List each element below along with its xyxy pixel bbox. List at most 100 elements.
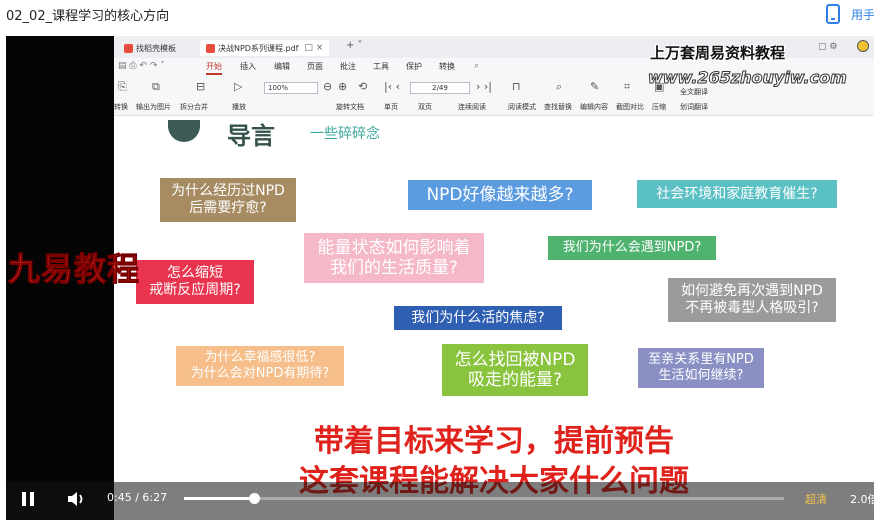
video-frame: 找稻壳模板 决战NPD系列课程.pdf □ × + ˅ ▤ ⎙ ↶ ↷ ˅ 开始… [6, 36, 874, 520]
tool-compare: 截图对比 [616, 103, 644, 111]
question-card-line: 我们为什么会遇到NPD? [562, 240, 702, 256]
question-card: 社会环境和家庭教育催生? [637, 180, 837, 208]
tool-edit-content: 编辑内容 [580, 103, 608, 111]
question-card: 能量状态如何影响着 我们的生活质量? [304, 233, 484, 283]
speed-button[interactable]: 2.0倍 [850, 491, 874, 507]
pause-icon [22, 492, 26, 506]
tool-play: 播放 [232, 103, 246, 111]
phone-icon[interactable] [826, 4, 840, 24]
tool-double-page: 双页 [418, 103, 432, 111]
watermark-right-title: 上万套周易资料教程 [650, 44, 786, 62]
progress-fill [184, 497, 254, 500]
zoom-out-icon: ⊖ [323, 80, 333, 93]
menu-item-annotate: 批注 [340, 62, 356, 71]
menu-item-convert: 转换 [439, 62, 455, 71]
question-card: 怎么找回被NPD 吸走的能量? [442, 344, 588, 396]
menu-item-tools: 工具 [373, 62, 389, 71]
question-card: 为什么经历过NPD 后需要疗愈? [160, 178, 296, 222]
question-card-line: 后需要疗愈? [189, 200, 267, 216]
slide-subheading: 一些碎碎念 [310, 126, 380, 142]
pdf-icon [206, 43, 215, 53]
question-card-line: 怎么缩短 [167, 265, 223, 282]
watermark-right-url: www.265zhouyiw.com [648, 68, 848, 88]
menu-item-page: 页面 [307, 62, 323, 71]
tool-split-merge: 拆分合并 [180, 103, 208, 111]
slide-heading: 导言 [227, 122, 275, 150]
slide: 导言 一些碎碎念 为什么经历过NPD 后需要疗愈? NPD好像越来越多? 社会环境… [114, 116, 874, 520]
find-icon: ⌕ [556, 80, 563, 93]
question-card: 我们为什么活的焦虑? [394, 306, 562, 330]
tab-label: 决战NPD系列课程.pdf [218, 43, 299, 53]
question-card-line: 生活如何继续? [658, 368, 744, 383]
page: 02_02_课程学习的核心方向 用手 找稻壳模板 决战NPD系列课程.pdf □… [0, 0, 874, 520]
convert-icon: ⎘ [118, 80, 127, 93]
tool-translate: 全文翻译 [680, 88, 708, 96]
tool-single-page: 单页 [384, 103, 398, 111]
question-card-line: 戒断反应周期? [149, 282, 241, 298]
question-card: 我们为什么会遇到NPD? [548, 236, 716, 260]
page-number-input: 2/49 [410, 82, 470, 94]
volume-icon[interactable] [66, 490, 88, 508]
question-card-line: 我们为什么活的焦虑? [411, 309, 545, 326]
pdf-reader-window: 找稻壳模板 决战NPD系列课程.pdf □ × + ˅ ▤ ⎙ ↶ ↷ ˅ 开始… [114, 36, 874, 520]
menu-item-edit: 编辑 [274, 62, 290, 71]
question-card-line: 吸走的能量? [467, 370, 563, 390]
question-card-line: 社会环境和家庭教育催生? [656, 185, 818, 202]
current-time: 0:45 [107, 491, 132, 504]
avatar [857, 40, 869, 52]
progress-bar[interactable] [184, 493, 784, 504]
page-header: 02_02_课程学习的核心方向 用手 [0, 0, 874, 30]
tool-export-image: 输出为图片 [136, 103, 171, 111]
quick-access-icons: ▤ ⎙ ↶ ↷ ˅ [118, 61, 165, 71]
time-display: 0:45 / 6:27 [107, 491, 167, 504]
tool-word-translate: 划词翻译 [680, 103, 708, 111]
pause-button[interactable] [22, 492, 36, 506]
tool-find-replace: 查找替换 [544, 103, 572, 111]
first-page-icon: |‹ ‹ [384, 80, 401, 93]
question-card-line: 不再被毒型人格吸引? [685, 300, 819, 316]
pdf-tab-templates: 找稻壳模板 [124, 40, 176, 56]
split-merge-icon: ⊟ [196, 80, 206, 93]
zoom-select: 100% [264, 82, 318, 94]
watermark-left: 九易教程 [7, 250, 141, 289]
question-card-line: 为什么会对NPD有期待? [190, 366, 330, 381]
question-card-line: 为什么经历过NPD [171, 183, 285, 200]
pdf-tab-document: 决战NPD系列课程.pdf □ × [200, 40, 330, 56]
edit-content-icon: ✎ [590, 80, 600, 93]
question-card-line: 怎么找回被NPD [454, 349, 576, 370]
rotate-icon: ⟲ [358, 80, 368, 93]
menu-item-protect: 保护 [406, 62, 422, 71]
plus-icon: + ˅ [346, 40, 363, 51]
question-card-line: 如何避免再次遇到NPD [681, 283, 823, 300]
slide-logo [168, 120, 200, 142]
menu-item-insert: 插入 [240, 62, 256, 71]
lesson-title: 02_02_课程学习的核心方向 [6, 9, 170, 24]
search-icon: ⌕ [474, 61, 480, 71]
play-circle-icon: ▷ [234, 80, 243, 93]
question-card-line: NPD好像越来越多? [426, 184, 574, 205]
app-link[interactable]: 用手 [851, 6, 874, 23]
question-card-line: 为什么幸福感很低? [204, 350, 316, 366]
tool-continuous: 连续阅读 [458, 103, 486, 111]
docer-icon [124, 43, 133, 53]
read-mode-icon: ⊓ [512, 80, 521, 93]
tool-rotate: 旋转文档 [336, 103, 364, 111]
question-card: NPD好像越来越多? [408, 180, 592, 210]
video-player[interactable]: 找稻壳模板 决战NPD系列课程.pdf □ × + ˅ ▤ ⎙ ↶ ↷ ˅ 开始… [6, 36, 874, 520]
question-card: 为什么幸福感很低? 为什么会对NPD有期待? [176, 346, 344, 386]
progress-handle[interactable] [248, 493, 260, 504]
question-card: 如何避免再次遇到NPD 不再被毒型人格吸引? [668, 278, 836, 322]
export-image-icon: ⧉ [152, 80, 160, 93]
question-card: 怎么缩短 戒断反应周期? [136, 260, 254, 304]
tab-label: 找稻壳模板 [136, 43, 176, 53]
menu-item-start: 开始 [206, 61, 222, 75]
pause-icon [30, 492, 34, 506]
question-card-line: 至亲关系里有NPD [648, 352, 754, 368]
quality-button[interactable]: 超清 [805, 491, 827, 507]
question-card-line: 我们的生活质量? [329, 258, 459, 278]
window-controls: ▢ ⚙ [818, 42, 838, 52]
tool-read-mode: 阅读模式 [508, 103, 536, 111]
last-page-icon: › ›| [476, 80, 493, 93]
zoom-in-icon: ⊕ [338, 80, 348, 93]
duration: 6:27 [142, 491, 168, 504]
